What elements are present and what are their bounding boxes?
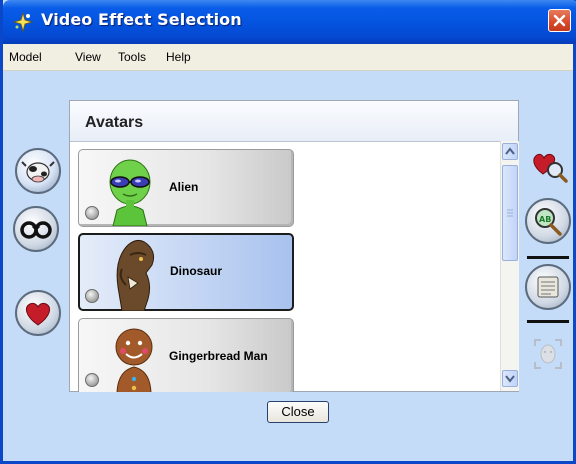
panel-title: Avatars [85, 114, 144, 131]
scroll-up-button[interactable] [502, 143, 518, 160]
menu-bar: Model View Tools Help [3, 44, 573, 71]
menu-model[interactable]: Model [9, 50, 42, 64]
scroll-thumb[interactable] [502, 165, 518, 261]
avatar-list: Alien Dinosaur Gingerbread Man [76, 146, 296, 392]
tab-glasses[interactable] [13, 206, 59, 252]
svg-text:AB: AB [539, 215, 551, 224]
glasses-icon [20, 221, 52, 239]
scroll-down-button[interactable] [502, 370, 518, 387]
cow-icon [21, 161, 55, 183]
abc-search-icon: AB [535, 208, 562, 236]
window-title: Video Effect Selection [41, 10, 242, 29]
abc-search-button[interactable]: AB [525, 198, 571, 244]
list-item-alien[interactable]: Alien [78, 149, 294, 227]
close-button[interactable]: Close [267, 401, 329, 423]
item-label: Gingerbread Man [169, 349, 268, 363]
grip-icon [507, 209, 513, 217]
tab-heart[interactable] [15, 290, 61, 336]
heart-search-button[interactable] [529, 146, 569, 186]
list-item-gingerbread[interactable]: Gingerbread Man [78, 318, 294, 392]
item-status-dot [85, 373, 99, 387]
item-label: Dinosaur [170, 264, 223, 278]
tab-cow[interactable] [15, 148, 61, 194]
heart-icon [25, 302, 51, 326]
close-x-icon [553, 14, 566, 27]
gingerbread-avatar-icon [115, 328, 153, 392]
document-button[interactable] [525, 264, 571, 310]
title-bar: Video Effect Selection [3, 0, 576, 44]
avatars-panel: Avatars Alien Dinosaur Gingerbread Man [69, 100, 519, 392]
item-label: Alien [169, 180, 199, 194]
document-icon [537, 276, 559, 298]
tool-divider [527, 256, 569, 259]
face-frame-button[interactable] [531, 336, 565, 372]
panel-header: Avatars [70, 101, 518, 142]
item-status-dot [85, 289, 99, 303]
chevron-up-icon [505, 147, 515, 155]
alien-avatar-icon [109, 159, 151, 226]
list-item-dinosaur[interactable]: Dinosaur [78, 233, 294, 311]
menu-view[interactable]: View [75, 50, 101, 64]
tool-divider [527, 320, 569, 323]
item-status-dot [85, 206, 99, 220]
window-close-button[interactable] [548, 9, 571, 32]
heart-search-icon [533, 153, 568, 183]
face-frame-icon [534, 339, 562, 369]
menu-tools[interactable]: Tools [118, 50, 146, 64]
sparkle-app-icon [12, 11, 34, 33]
vertical-scrollbar[interactable] [500, 141, 519, 391]
dinosaur-avatar-icon [116, 240, 155, 311]
chevron-down-icon [505, 375, 515, 383]
menu-help[interactable]: Help [166, 50, 191, 64]
dialog-window: Video Effect Selection Model View Tools … [0, 0, 576, 464]
